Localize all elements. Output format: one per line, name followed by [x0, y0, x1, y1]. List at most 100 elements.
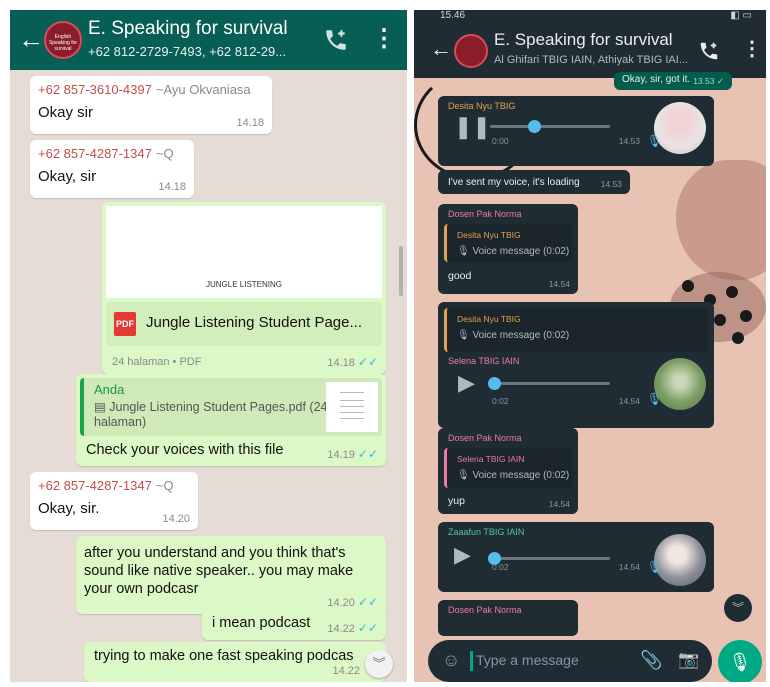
- quoted-message[interactable]: Selena TBIG IAIN 🎙 Voice message (0:02): [444, 448, 572, 488]
- message-bubble[interactable]: trying to make one fast speaking podcas …: [84, 642, 386, 682]
- scrollbar[interactable]: [399, 246, 403, 296]
- document-meta: 24 halaman • PDF: [112, 356, 202, 368]
- voice-message[interactable]: Desita Nyu TBIG ❚❚ 0:00 14.53 🎙: [438, 96, 714, 166]
- quoted-message[interactable]: Anda ▤ Jungle Listening Student Pages.pd…: [80, 378, 382, 436]
- quoted-message[interactable]: Desita Nyu TBIG 🎙 Voice message (0:02): [444, 308, 708, 352]
- group-avatar[interactable]: [454, 34, 488, 68]
- back-arrow-icon[interactable]: ←: [18, 24, 44, 54]
- message-text: Okay, sir, got it.: [622, 74, 691, 85]
- mic-icon: 🎙: [728, 652, 752, 672]
- message-bubble[interactable]: after you understand and you think that'…: [76, 536, 386, 614]
- double-check-icon: ✓✓: [357, 595, 378, 609]
- sender-label: Dosen Pak Norma: [448, 209, 522, 219]
- message-time: 14.54: [548, 499, 570, 509]
- camera-icon[interactable]: 📷: [678, 650, 699, 670]
- quote-text: ▤ Jungle Listening Student Pages.pdf (24…: [94, 400, 328, 429]
- wallpaper-dot: [714, 314, 726, 326]
- message-input-bar[interactable]: ☺ Type a message 📎 📷: [428, 640, 712, 682]
- pause-icon[interactable]: ❚❚: [454, 114, 491, 140]
- message-time: 14.54: [618, 562, 640, 572]
- quote-text: 🎙 Voice message (0:02): [457, 470, 570, 481]
- audio-duration: 0:02: [492, 396, 509, 406]
- document-thumbnail: [326, 382, 378, 432]
- quote-text: 🎙 Voice message (0:02): [457, 246, 570, 257]
- message-bubble[interactable]: +62 857-3610-4397 ~Ayu Okvaniasa Okay sir…: [30, 76, 272, 134]
- audio-scrubber[interactable]: [528, 120, 541, 133]
- wallpaper-shape: [676, 160, 766, 280]
- message-text: after you understand and you think that'…: [84, 545, 354, 597]
- chat-header: ← E. Speaking for survival Al Ghifari TB…: [414, 24, 766, 78]
- quote-sender: Selena TBIG IAIN: [457, 454, 525, 464]
- message-time: 14.22 ✓✓: [327, 621, 378, 635]
- message-time: 14.18: [236, 117, 264, 129]
- message-time: 14.53: [618, 136, 640, 146]
- chat-subtitle[interactable]: Al Ghifari TBIG IAIN, Athiyak TBIG IAI..…: [494, 54, 688, 66]
- wallpaper-dot: [726, 286, 738, 298]
- document-message[interactable]: JUNGLE LISTENING PDF Jungle Listening St…: [102, 202, 386, 374]
- reply-message[interactable]: Dosen Pak Norma Selena TBIG IAIN 🎙 Voice…: [438, 428, 578, 514]
- voice-message[interactable]: Desita Nyu TBIG 🎙 Voice message (0:02) S…: [438, 302, 714, 428]
- reply-message[interactable]: Anda ▤ Jungle Listening Student Pages.pd…: [76, 374, 386, 466]
- message-time: 14.54: [548, 279, 570, 289]
- scroll-down-icon[interactable]: ︾: [365, 650, 393, 678]
- quote-sender: Desita Nyu TBIG: [457, 230, 521, 240]
- sender-label: +62 857-4287-1347 ~Q: [38, 146, 174, 161]
- play-icon[interactable]: ▶: [454, 542, 471, 568]
- attach-icon[interactable]: 📎: [640, 650, 662, 671]
- message-text: trying to make one fast speaking podcas: [94, 648, 354, 664]
- message-bubble[interactable]: Dosen Pak Norma: [438, 600, 578, 636]
- more-vert-icon[interactable]: ⋮: [372, 26, 396, 52]
- status-bar: 15.46 ◧ ▭: [414, 10, 766, 24]
- chat-header: ← English Speaking for survival E. Speak…: [10, 10, 407, 70]
- wallpaper-dot: [732, 332, 744, 344]
- mic-icon: 🎙: [646, 560, 662, 574]
- sender-label: Dosen Pak Norma: [448, 605, 522, 615]
- voice-message[interactable]: Zaaafun TBIG IAIN ▶ 0:02 14.54 🎙: [438, 522, 714, 592]
- add-call-icon[interactable]: [323, 27, 349, 53]
- message-text: Okay, sir: [38, 168, 97, 185]
- message-bubble[interactable]: i mean podcast 14.22 ✓✓: [202, 608, 386, 640]
- document-preview[interactable]: JUNGLE LISTENING: [106, 206, 382, 298]
- quote-sender: Desita Nyu TBIG: [457, 314, 521, 324]
- mic-icon: 🎙: [646, 392, 662, 406]
- document-file-row[interactable]: PDF Jungle Listening Student Page...: [106, 302, 382, 346]
- message-input[interactable]: Type a message: [476, 652, 579, 668]
- message-time: 14.54: [618, 396, 640, 406]
- emoji-icon[interactable]: ☺: [442, 650, 460, 671]
- back-arrow-icon[interactable]: ←: [430, 36, 452, 62]
- group-avatar[interactable]: English Speaking for survival: [44, 21, 82, 59]
- double-check-icon: ✓✓: [357, 621, 378, 635]
- double-check-icon: ✓✓: [357, 447, 378, 461]
- sender-label: +62 857-3610-4397 ~Ayu Okvaniasa: [38, 82, 251, 97]
- audio-scrubber[interactable]: [488, 377, 501, 390]
- message-bubble[interactable]: I've sent my voice, it's loading 14.53: [438, 170, 630, 194]
- preview-title: JUNGLE LISTENING: [205, 280, 282, 289]
- wallpaper-dot: [682, 280, 694, 292]
- message-time: 13.53 ✓: [693, 76, 724, 86]
- more-vert-icon[interactable]: ⋮: [742, 36, 762, 61]
- message-bubble[interactable]: +62 857-4287-1347 ~Q Okay, sir 14.18: [30, 140, 194, 198]
- left-chat-screen: ← English Speaking for survival E. Speak…: [10, 10, 407, 682]
- mic-icon: 🎙: [646, 134, 662, 148]
- message-bubble[interactable]: +62 857-4287-1347 ~Q Okay, sir. 14.20: [30, 472, 198, 530]
- quote-sender: Anda: [94, 382, 125, 397]
- message-time: 14.18 ✓✓: [327, 355, 378, 369]
- audio-progress-track[interactable]: [490, 120, 610, 133]
- message-bubble[interactable]: Okay, sir, got it. 13.53 ✓: [614, 72, 732, 90]
- quoted-message[interactable]: Desita Nyu TBIG 🎙 Voice message (0:02): [444, 224, 572, 262]
- audio-progress-track[interactable]: [488, 377, 610, 390]
- chat-title[interactable]: E. Speaking for survival: [88, 18, 288, 40]
- audio-duration: 0:02: [492, 562, 509, 572]
- play-icon[interactable]: ▶: [458, 370, 475, 396]
- scroll-down-icon[interactable]: ︾: [724, 594, 752, 622]
- chat-subtitle[interactable]: +62 812-2729-7493, +62 812-29...: [88, 44, 286, 59]
- reply-message[interactable]: Dosen Pak Norma Desita Nyu TBIG 🎙 Voice …: [438, 204, 578, 294]
- sender-label: Dosen Pak Norma: [448, 433, 522, 443]
- mic-button[interactable]: 🎙: [718, 640, 762, 682]
- message-time: 14.18: [158, 181, 186, 193]
- chat-title[interactable]: E. Speaking for survival: [494, 30, 673, 50]
- status-time: 15.46: [440, 10, 466, 21]
- add-call-icon[interactable]: [698, 40, 720, 62]
- audio-progress-track[interactable]: [488, 552, 610, 565]
- message-text: i mean podcast: [212, 615, 311, 631]
